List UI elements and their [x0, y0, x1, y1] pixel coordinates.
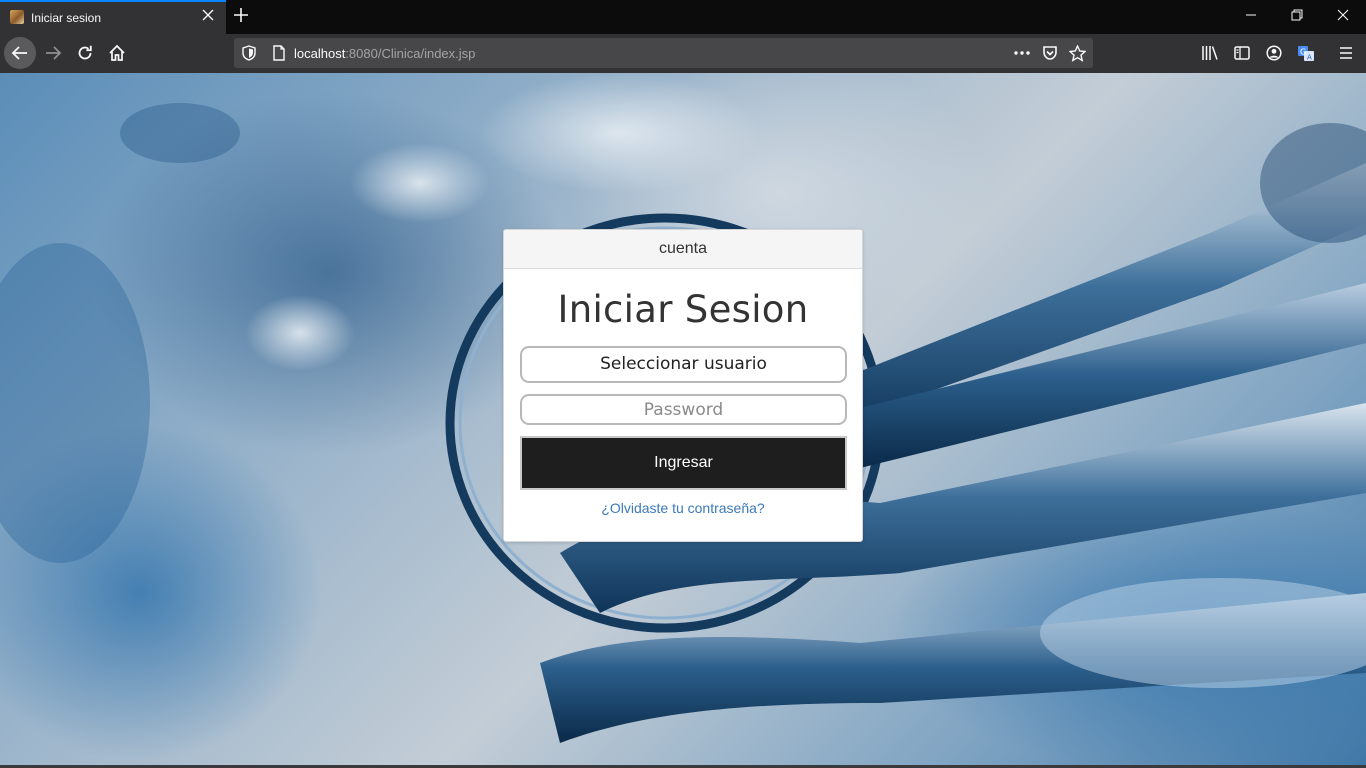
close-icon [1337, 9, 1349, 21]
restore-icon [1291, 9, 1303, 21]
sidebar-icon[interactable] [1233, 44, 1251, 62]
minimize-icon [1246, 14, 1256, 16]
svg-text:G: G [1300, 47, 1306, 56]
close-window-button[interactable] [1320, 0, 1366, 34]
password-field[interactable] [520, 394, 847, 425]
forward-button[interactable] [38, 38, 68, 68]
navigation-toolbar: localhost:8080/Clinica/index.jsp GA [0, 34, 1366, 73]
minimize-button[interactable] [1228, 0, 1274, 34]
login-button[interactable]: Ingresar [520, 436, 847, 490]
tab-strip: Iniciar sesion [0, 0, 1366, 34]
url-text[interactable]: localhost:8080/Clinica/index.jsp [294, 46, 475, 61]
home-icon [109, 44, 125, 61]
login-card: cuenta Iniciar Sesion Seleccionar usuari… [503, 229, 863, 542]
reload-icon [78, 45, 92, 60]
clinic-favicon-icon [10, 10, 24, 24]
more-horizontal-icon[interactable] [1013, 44, 1031, 62]
account-icon[interactable] [1265, 44, 1283, 62]
tab-title: Iniciar sesion [31, 11, 102, 25]
arrow-left-icon [11, 46, 27, 60]
url-path: :8080/Clinica/index.jsp [345, 46, 476, 61]
restore-button[interactable] [1274, 0, 1320, 34]
page-title: Iniciar Sesion [557, 288, 809, 331]
library-icon[interactable] [1201, 44, 1219, 62]
card-header: cuenta [504, 230, 862, 269]
back-button[interactable] [4, 37, 36, 69]
translate-icon[interactable]: GA [1297, 44, 1315, 62]
new-tab-button[interactable] [231, 6, 251, 26]
user-select[interactable]: Seleccionar usuario [520, 346, 847, 383]
browser-tab-active[interactable]: Iniciar sesion [0, 0, 226, 34]
plus-icon [234, 8, 248, 22]
arrow-right-icon [46, 46, 62, 60]
page-icon[interactable] [270, 44, 288, 62]
svg-text:A: A [1307, 53, 1312, 61]
home-button[interactable] [102, 38, 132, 68]
close-tab-button[interactable] [199, 8, 217, 26]
pocket-icon[interactable] [1041, 44, 1059, 62]
reload-button[interactable] [70, 38, 100, 68]
star-icon[interactable] [1068, 44, 1086, 62]
close-icon [202, 9, 214, 21]
hamburger-menu-icon[interactable] [1337, 44, 1355, 62]
shield-icon[interactable] [240, 44, 258, 62]
forgot-password-link[interactable]: ¿Olvidaste tu contraseña? [504, 500, 862, 516]
url-host: localhost [294, 46, 346, 61]
url-bar[interactable]: localhost:8080/Clinica/index.jsp [234, 38, 1093, 68]
page-background: cuenta Iniciar Sesion Seleccionar usuari… [0, 73, 1366, 765]
